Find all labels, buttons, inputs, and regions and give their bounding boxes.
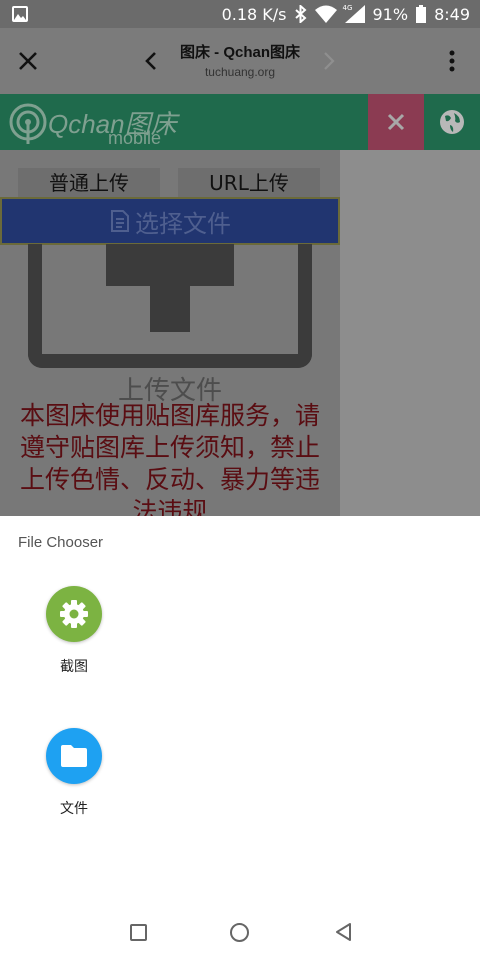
battery-percent: 91% — [372, 4, 409, 24]
back-triangle-icon[interactable] — [334, 922, 354, 942]
logo-subtext: mobile — [108, 128, 162, 148]
clock: 8:49 — [434, 4, 470, 24]
wifi-icon — [314, 5, 337, 23]
file-chooser-sheet: File Chooser 截图 文件 — [0, 516, 480, 960]
upload-arrow-stem — [150, 280, 190, 332]
folder-icon — [46, 728, 102, 784]
sheet-title: File Chooser — [18, 534, 104, 551]
network-speed: 0.18 K/s — [221, 4, 287, 24]
status-right: 0.18 K/s 4G 91% 8:49 — [222, 0, 470, 28]
tab-normal-upload[interactable]: 普通上传 — [18, 168, 160, 198]
chooser-item-screenshot[interactable]: 截图 — [24, 586, 124, 676]
system-nav-bar — [0, 896, 480, 960]
choose-file-label: 选择文件 — [135, 209, 231, 238]
network-badge: 4G — [342, 4, 353, 12]
chooser-item-label: 文件 — [60, 801, 88, 817]
close-icon — [387, 113, 405, 131]
home-icon[interactable] — [230, 923, 249, 942]
settings-gear-icon — [46, 586, 102, 642]
choose-file-button[interactable]: 选择文件 — [0, 197, 340, 245]
browser-toolbar: 图床 - Qchan图床 tuchuang.org — [0, 28, 480, 94]
back-arrow-icon[interactable] — [142, 49, 160, 73]
recent-apps-icon[interactable] — [130, 924, 147, 941]
side-panel — [340, 150, 480, 516]
forward-arrow-icon[interactable] — [320, 49, 338, 73]
upload-notice: 本图床使用贴图库服务，请遵守贴图库上传须知，禁止上传色情、反动、暴力等违法违规 — [20, 401, 321, 516]
page-title: 图床 - Qchan图床 — [179, 44, 300, 61]
header-close-button[interactable] — [368, 94, 424, 150]
bluetooth-icon — [294, 5, 307, 23]
more-options-icon[interactable] — [444, 48, 460, 74]
logo-mark-icon — [9, 103, 47, 144]
battery-icon — [416, 5, 427, 23]
web-page: Qchan图床 mobile 普通上传 URL上传 选择文件 上传文件 本图床使… — [0, 94, 480, 516]
close-icon[interactable] — [16, 49, 40, 73]
image-icon — [12, 6, 28, 22]
site-logo[interactable]: Qchan图床 mobile — [8, 98, 178, 148]
tab-url-upload[interactable]: URL上传 — [178, 168, 320, 198]
page-url: tuchuang.org — [204, 65, 276, 79]
site-header: Qchan图床 mobile — [0, 94, 480, 150]
file-icon — [111, 210, 129, 232]
globe-icon[interactable] — [438, 108, 466, 136]
chooser-item-files[interactable]: 文件 — [24, 728, 124, 818]
status-bar: 0.18 K/s 4G 91% 8:49 — [0, 0, 480, 28]
chooser-item-label: 截图 — [60, 659, 88, 675]
cell-signal-icon: 4G — [342, 4, 365, 23]
